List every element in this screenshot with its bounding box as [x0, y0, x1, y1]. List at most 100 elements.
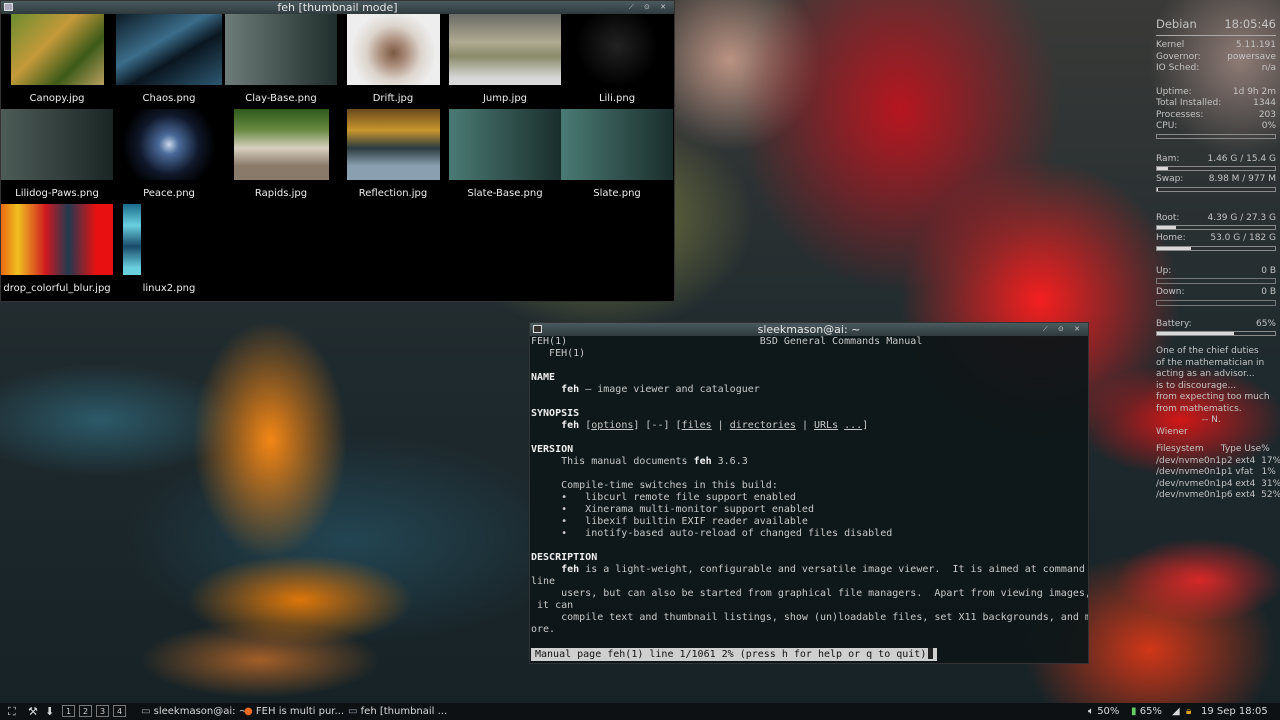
- image-icon: ▭: [348, 706, 358, 717]
- window-controls[interactable]: ⟋ ⊙ ✕: [1043, 323, 1084, 336]
- net-up-value: 0 B: [1261, 265, 1276, 276]
- thumbnail-item[interactable]: linux2.png: [113, 204, 225, 299]
- sys-value: 5.11.191: [1235, 40, 1276, 50]
- terminal-titlebar[interactable]: sleekmason@ai: ~ ⟋ ⊙ ✕: [530, 323, 1088, 336]
- thumbnail-item[interactable]: Lilidog-Paws.png: [1, 109, 113, 204]
- taskbar-clock[interactable]: 19 Sep 18:05: [1201, 703, 1268, 720]
- thumbnail-filename: Lilidog-Paws.png: [15, 188, 99, 199]
- thumbnail-item[interactable]: Chaos.png: [113, 14, 225, 109]
- thumbnail-item[interactable]: Reflection.jpg: [337, 109, 449, 204]
- thumbnail-image[interactable]: [1, 204, 113, 275]
- thumbnail-item[interactable]: Peace.png: [113, 109, 225, 204]
- battery-percent: 65%: [1139, 706, 1162, 717]
- firefox-icon: ●: [244, 706, 253, 717]
- thumbnail-grid: Canopy.jpg Chaos.png Clay-Base.png Drift.jp…: [1, 14, 674, 301]
- swap-value: 8.98 M / 977 M: [1208, 174, 1276, 184]
- download-icon[interactable]: ⬇: [45, 703, 54, 720]
- clock-time: 18:05:46: [1224, 17, 1276, 31]
- thumbnail-item[interactable]: Clay-Base.png: [225, 14, 337, 109]
- task-feh[interactable]: ▭ feh [thumbnail ...: [348, 703, 447, 720]
- battery-bar: [1156, 331, 1276, 336]
- thumbnail-image[interactable]: [225, 14, 337, 85]
- thumbnail-item[interactable]: Slate.png: [561, 109, 673, 204]
- thumbnail-image[interactable]: [113, 109, 225, 180]
- thumbnail-image[interactable]: [449, 14, 561, 85]
- net-down-value: 0 B: [1261, 287, 1276, 297]
- thumbnail-filename: Reflection.jpg: [358, 188, 428, 199]
- pager-status-line: Manual page feh(1) line 1/1061 2% (press…: [531, 648, 938, 661]
- volume-indicator[interactable]: 🔈︎ 50%: [1088, 703, 1119, 720]
- thumbnail-filename: Peace.png: [143, 188, 195, 199]
- task-terminal[interactable]: ▭ sleekmason@ai: ~: [141, 703, 247, 720]
- stats-label: CPU:: [1156, 121, 1178, 131]
- sys-row: Kernel 5.11.191: [1156, 40, 1276, 52]
- task-firefox[interactable]: ● FEH is multi pur...: [244, 703, 344, 720]
- os-name: Debian: [1156, 17, 1197, 31]
- divider: [1156, 35, 1276, 36]
- thumbnail-filename: Clay-Base.png: [245, 93, 317, 104]
- thumbnail-image[interactable]: [116, 14, 222, 85]
- thumbnail-image[interactable]: [561, 14, 673, 85]
- thumbnail-filename: drop_colorful_blur.jpg: [3, 283, 111, 294]
- thumbnail-image[interactable]: [561, 109, 673, 180]
- sys-label: Kernel: [1156, 40, 1185, 50]
- thumbnail-filename: Rapids.jpg: [254, 188, 308, 199]
- thumbnail-filename: Lili.png: [598, 93, 636, 104]
- thumbnail-filename: Canopy.jpg: [29, 93, 85, 104]
- settings-icon[interactable]: ⚒: [28, 703, 38, 720]
- workspace-button[interactable]: 4: [113, 705, 126, 717]
- thumbnail-item[interactable]: Jump.jpg: [449, 14, 561, 109]
- thumbnail-image[interactable]: [449, 109, 561, 180]
- battery-indicator[interactable]: ▮ 65%: [1131, 703, 1162, 720]
- workspace-button[interactable]: 2: [79, 705, 92, 717]
- sys-row: IO Sched: n/a: [1156, 63, 1276, 75]
- lock-icon[interactable]: 🔒︎: [1186, 703, 1191, 720]
- net-down-graph: [1156, 299, 1276, 306]
- system-info: Kernel 5.11.191 Governor: powersave IO Sched…: [1156, 40, 1276, 75]
- thumbnail-image[interactable]: [11, 14, 104, 85]
- workspace-button[interactable]: 1: [62, 705, 75, 717]
- ram-label: Ram:: [1156, 153, 1180, 164]
- thumbnail-image[interactable]: [1, 109, 113, 180]
- conky-system-monitor: Debian 18:05:46 Kernel 5.11.191 Governor: po…: [1156, 16, 1280, 502]
- thumbnail-item[interactable]: Lili.png: [561, 14, 673, 109]
- thumbnail-image[interactable]: [234, 109, 329, 180]
- stats-value: 203: [1258, 109, 1276, 120]
- system-stats: Uptime: 1d 9h 2m Total Installed: 1344 Proce…: [1156, 87, 1276, 133]
- window-controls[interactable]: ⟋ ⊙ ✕: [629, 1, 670, 14]
- root-value: 4.39 G / 27.3 G: [1207, 212, 1276, 223]
- thumbnail-item[interactable]: Slate-Base.png: [449, 109, 561, 204]
- stats-row: Total Installed: 1344: [1156, 98, 1276, 110]
- sys-value: powersave: [1227, 51, 1276, 62]
- thumbnail-item[interactable]: drop_colorful_blur.jpg: [1, 204, 113, 299]
- man-page-text[interactable]: FEH(1) BSD General Commands Manual FEH(1…: [530, 336, 1088, 663]
- taskbar: ⛶ ⚒ ⬇ 1234 ▭ sleekmason@ai: ~ ● FEH is m…: [0, 703, 1280, 720]
- swap-bar: [1156, 186, 1276, 192]
- stats-value: 1d 9h 2m: [1232, 86, 1276, 97]
- thumbnail-item[interactable]: Rapids.jpg: [225, 109, 337, 204]
- net-down-label: Down:: [1156, 287, 1185, 297]
- home-value: 53.0 G / 182 G: [1210, 233, 1276, 243]
- network-icon[interactable]: ◢: [1172, 703, 1180, 720]
- thumbnail-item[interactable]: Drift.jpg: [337, 14, 449, 109]
- battery-label: Battery:: [1156, 318, 1192, 329]
- thumbnail-filename: Jump.jpg: [482, 93, 528, 104]
- thumbnail-image[interactable]: [347, 14, 440, 85]
- stats-label: Uptime:: [1156, 86, 1192, 97]
- thumbnail-item[interactable]: Canopy.jpg: [1, 14, 113, 109]
- stats-label: Total Installed:: [1156, 98, 1222, 108]
- thumbnail-image[interactable]: [123, 204, 141, 275]
- stats-row: CPU: 0%: [1156, 121, 1276, 133]
- stats-value: 0%: [1261, 121, 1276, 131]
- feh-titlebar[interactable]: feh [thumbnail mode] ⟋ ⊙ ✕: [1, 1, 674, 14]
- thumbnail-filename: linux2.png: [142, 283, 196, 294]
- show-desktop-icon[interactable]: ⛶: [8, 703, 16, 720]
- stats-value: 1344: [1253, 98, 1276, 108]
- sys-label: Governor:: [1156, 51, 1201, 62]
- workspace-button[interactable]: 3: [96, 705, 109, 717]
- net-up-graph: [1156, 278, 1276, 284]
- window-icon: [4, 3, 13, 11]
- terminal-window-title: sleekmason@ai: ~: [757, 323, 861, 336]
- quote-text: One of the chief duties of the mathemati…: [1156, 346, 1270, 437]
- thumbnail-image[interactable]: [347, 109, 440, 180]
